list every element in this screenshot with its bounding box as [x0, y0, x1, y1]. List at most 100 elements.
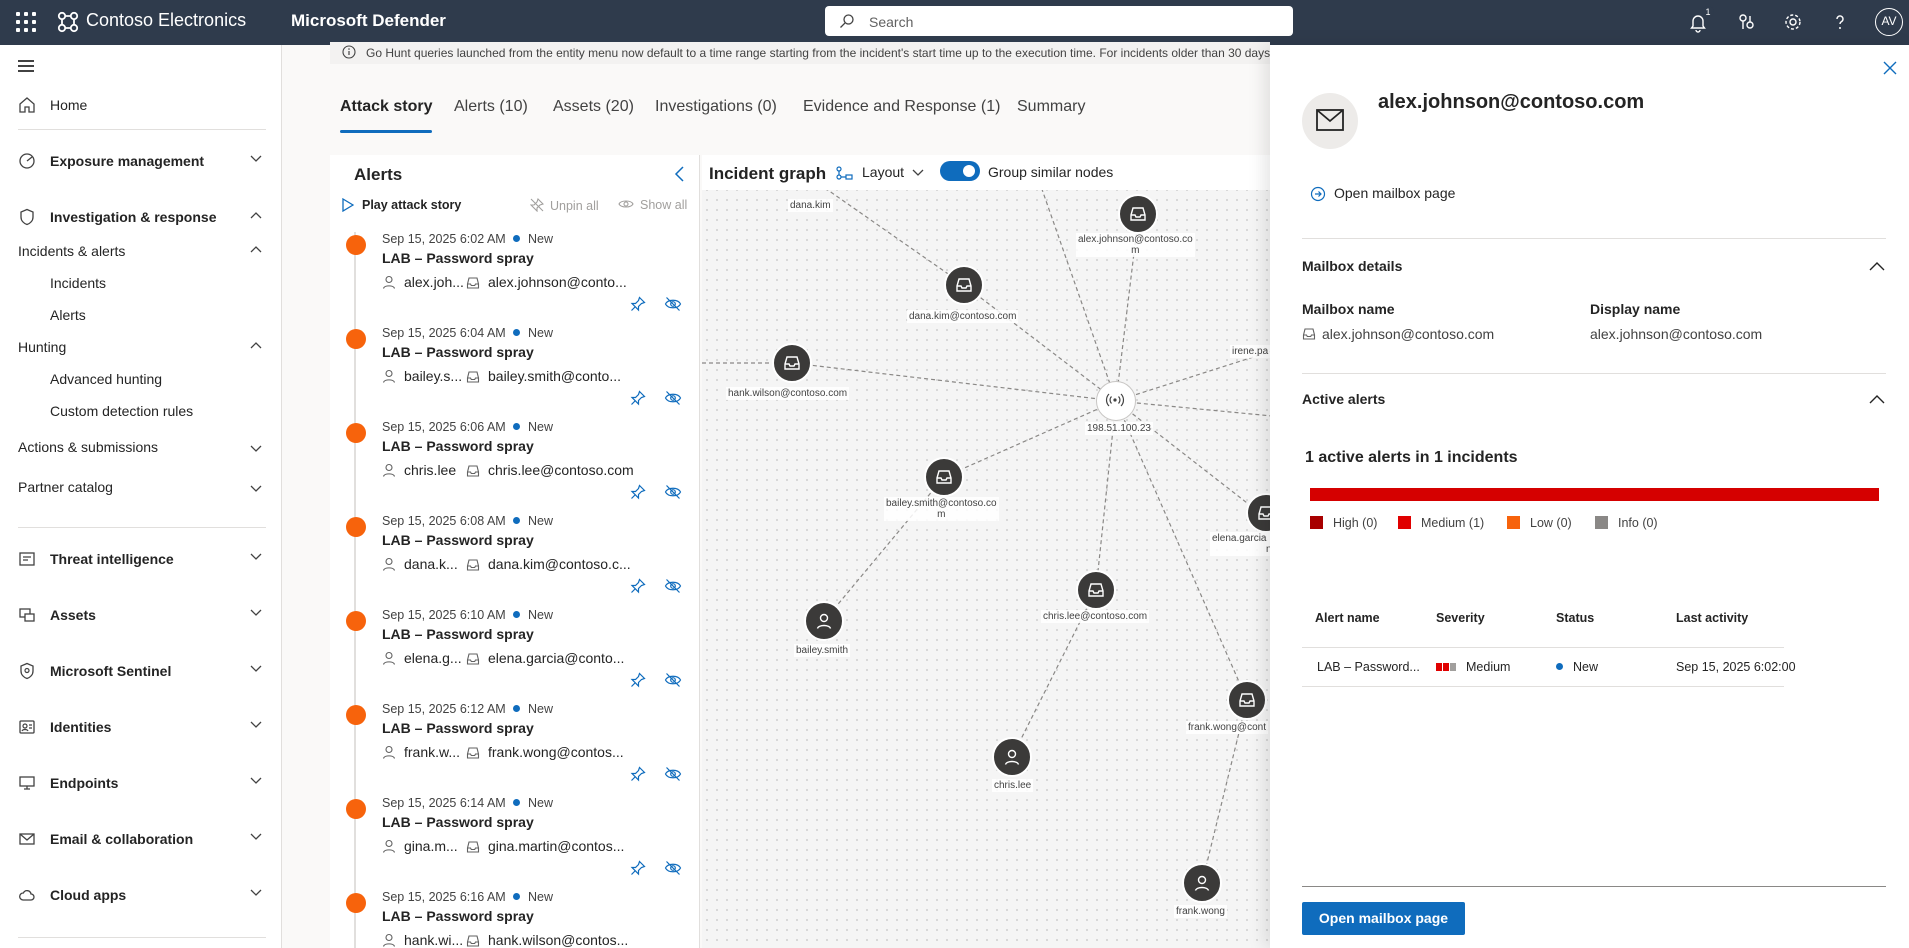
pin-icon[interactable] — [630, 484, 646, 500]
mailbox-name-value[interactable]: alex.johnson@contoso.com — [1302, 326, 1494, 342]
org-name[interactable]: Contoso Electronics — [86, 10, 246, 31]
nav-alerts[interactable]: Alerts — [0, 303, 282, 327]
community-icon[interactable] — [1735, 11, 1757, 33]
alert-card[interactable]: Sep 15, 2025 6:06 AM New LAB – Password sp… — [330, 413, 699, 507]
close-icon[interactable] — [1883, 61, 1897, 75]
alert-card[interactable]: Sep 15, 2025 6:08 AM New LAB – Password sp… — [330, 507, 699, 601]
hide-icon[interactable] — [664, 390, 682, 406]
nav-assets[interactable]: Assets — [0, 603, 282, 627]
graph-node-ip[interactable] — [1096, 381, 1136, 421]
alert-mailbox[interactable]: chris.lee@contoso.com — [488, 462, 634, 478]
chevron-up-icon[interactable] — [1869, 394, 1885, 404]
search-box[interactable]: Search — [825, 6, 1293, 36]
hide-icon[interactable] — [664, 766, 682, 782]
alert-name-cell[interactable]: LAB – Password... — [1317, 660, 1420, 674]
nav-incidents-alerts[interactable]: Incidents & alerts — [0, 239, 282, 263]
pin-icon[interactable] — [630, 860, 646, 876]
column-header-alert-name[interactable]: Alert name — [1315, 611, 1380, 625]
help-icon[interactable] — [1829, 11, 1851, 33]
tab-attack-story[interactable]: Attack story — [340, 98, 433, 133]
alert-card[interactable]: Sep 15, 2025 6:12 AM New LAB – Password sp… — [330, 695, 699, 789]
hide-icon[interactable] — [664, 296, 682, 312]
alert-card[interactable]: Sep 15, 2025 6:04 AM New LAB – Password sp… — [330, 319, 699, 413]
nav-actions-submissions[interactable]: Actions & submissions — [0, 439, 282, 479]
pin-icon[interactable] — [630, 296, 646, 312]
pin-icon[interactable] — [630, 766, 646, 782]
alert-user[interactable]: alex.joh... — [404, 274, 464, 290]
hide-icon[interactable] — [664, 578, 682, 594]
alert-mailbox[interactable]: gina.martin@contos... — [488, 838, 624, 854]
graph-node-mailbox-bailey[interactable] — [924, 457, 964, 497]
chevron-up-icon[interactable] — [1869, 261, 1885, 271]
alert-user[interactable]: bailey.s... — [404, 368, 462, 384]
menu-toggle-icon[interactable] — [18, 60, 34, 72]
hide-icon[interactable] — [664, 484, 682, 500]
graph-node-user-frank[interactable] — [1182, 863, 1222, 903]
alert-title[interactable]: LAB – Password spray — [382, 344, 534, 360]
alert-user[interactable]: elena.g... — [404, 650, 462, 666]
nav-cloud-apps[interactable]: Cloud apps — [0, 883, 282, 907]
pin-icon[interactable] — [630, 390, 646, 406]
graph-node-user-bailey[interactable] — [804, 601, 844, 641]
alert-title[interactable]: LAB – Password spray — [382, 438, 534, 454]
graph-node-mailbox-hank[interactable] — [772, 343, 812, 383]
active-alerts-header[interactable]: Active alerts — [1302, 391, 1385, 407]
app-launcher-icon[interactable] — [16, 12, 36, 32]
nav-hunting[interactable]: Hunting — [0, 335, 282, 359]
graph-node-mailbox-alex[interactable] — [1118, 194, 1158, 234]
alert-user[interactable]: chris.lee — [404, 462, 456, 478]
hide-icon[interactable] — [664, 860, 682, 876]
pin-icon[interactable] — [630, 578, 646, 594]
group-similar-nodes-toggle[interactable] — [940, 161, 980, 181]
nav-home[interactable]: Home — [0, 93, 282, 117]
nav-endpoints[interactable]: Endpoints — [0, 771, 282, 795]
nav-incidents[interactable]: Incidents — [0, 271, 282, 295]
mailbox-details-header[interactable]: Mailbox details — [1302, 258, 1402, 274]
collapse-panel-icon[interactable] — [673, 165, 685, 183]
tab-assets[interactable]: Assets (20) — [553, 98, 634, 116]
alert-user[interactable]: hank.wi... — [404, 932, 463, 948]
alert-title[interactable]: LAB – Password spray — [382, 250, 534, 266]
graph-node-mailbox-frank[interactable] — [1227, 680, 1267, 720]
alert-user[interactable]: frank.w... — [404, 744, 460, 760]
nav-partner-catalog[interactable]: Partner catalog — [0, 479, 282, 519]
alert-mailbox[interactable]: frank.wong@contos... — [488, 744, 624, 760]
column-header-status[interactable]: Status — [1556, 611, 1594, 625]
alert-title[interactable]: LAB – Password spray — [382, 814, 534, 830]
search-input[interactable]: Search — [869, 14, 913, 30]
alert-card[interactable]: Sep 15, 2025 6:10 AM New LAB – Password sp… — [330, 601, 699, 695]
alert-title[interactable]: LAB – Password spray — [382, 908, 534, 924]
user-avatar[interactable]: AV — [1875, 8, 1903, 36]
hide-icon[interactable] — [664, 672, 682, 688]
alert-card[interactable]: Sep 15, 2025 6:16 AM New LAB – Password sp… — [330, 883, 699, 948]
alert-title[interactable]: LAB – Password spray — [382, 626, 534, 642]
column-header-severity[interactable]: Severity — [1436, 611, 1485, 625]
open-mailbox-page-button[interactable]: Open mailbox page — [1302, 902, 1465, 935]
tab-summary[interactable]: Summary — [1017, 98, 1085, 116]
table-row[interactable]: LAB – Password... Medium New Sep 15, 202… — [1302, 647, 1796, 687]
alert-mailbox[interactable]: dana.kim@contoso.c... — [488, 556, 631, 572]
unpin-all-button[interactable]: Unpin all — [529, 197, 599, 213]
alert-mailbox[interactable]: alex.johnson@conto... — [488, 274, 627, 290]
settings-gear-icon[interactable] — [1782, 11, 1804, 33]
pin-icon[interactable] — [630, 672, 646, 688]
alert-title[interactable]: LAB – Password spray — [382, 532, 534, 548]
graph-node-user-chris[interactable] — [992, 737, 1032, 777]
tab-investigations[interactable]: Investigations (0) — [655, 98, 777, 116]
tab-alerts[interactable]: Alerts (10) — [454, 98, 528, 116]
nav-investigation-response[interactable]: Investigation & response — [0, 205, 282, 229]
alert-card[interactable]: Sep 15, 2025 6:02 AM New LAB – Password sp… — [330, 225, 699, 319]
alert-title[interactable]: LAB – Password spray — [382, 720, 534, 736]
alert-user[interactable]: gina.m... — [404, 838, 458, 854]
alert-mailbox[interactable]: bailey.smith@conto... — [488, 368, 621, 384]
column-header-last-activity[interactable]: Last activity — [1676, 611, 1748, 625]
nav-microsoft-sentinel[interactable]: Microsoft Sentinel — [0, 659, 282, 683]
nav-identities[interactable]: Identities — [0, 715, 282, 739]
show-all-button[interactable]: Show all — [618, 198, 687, 212]
alert-mailbox[interactable]: elena.garcia@conto... — [488, 650, 624, 666]
nav-exposure-management[interactable]: Exposure management — [0, 149, 282, 173]
graph-node-mailbox-dana[interactable] — [944, 265, 984, 305]
graph-node-mailbox-chris[interactable] — [1076, 570, 1116, 610]
nav-email-collaboration[interactable]: Email & collaboration — [0, 827, 282, 851]
tab-evidence-response[interactable]: Evidence and Response (1) — [803, 98, 1000, 116]
